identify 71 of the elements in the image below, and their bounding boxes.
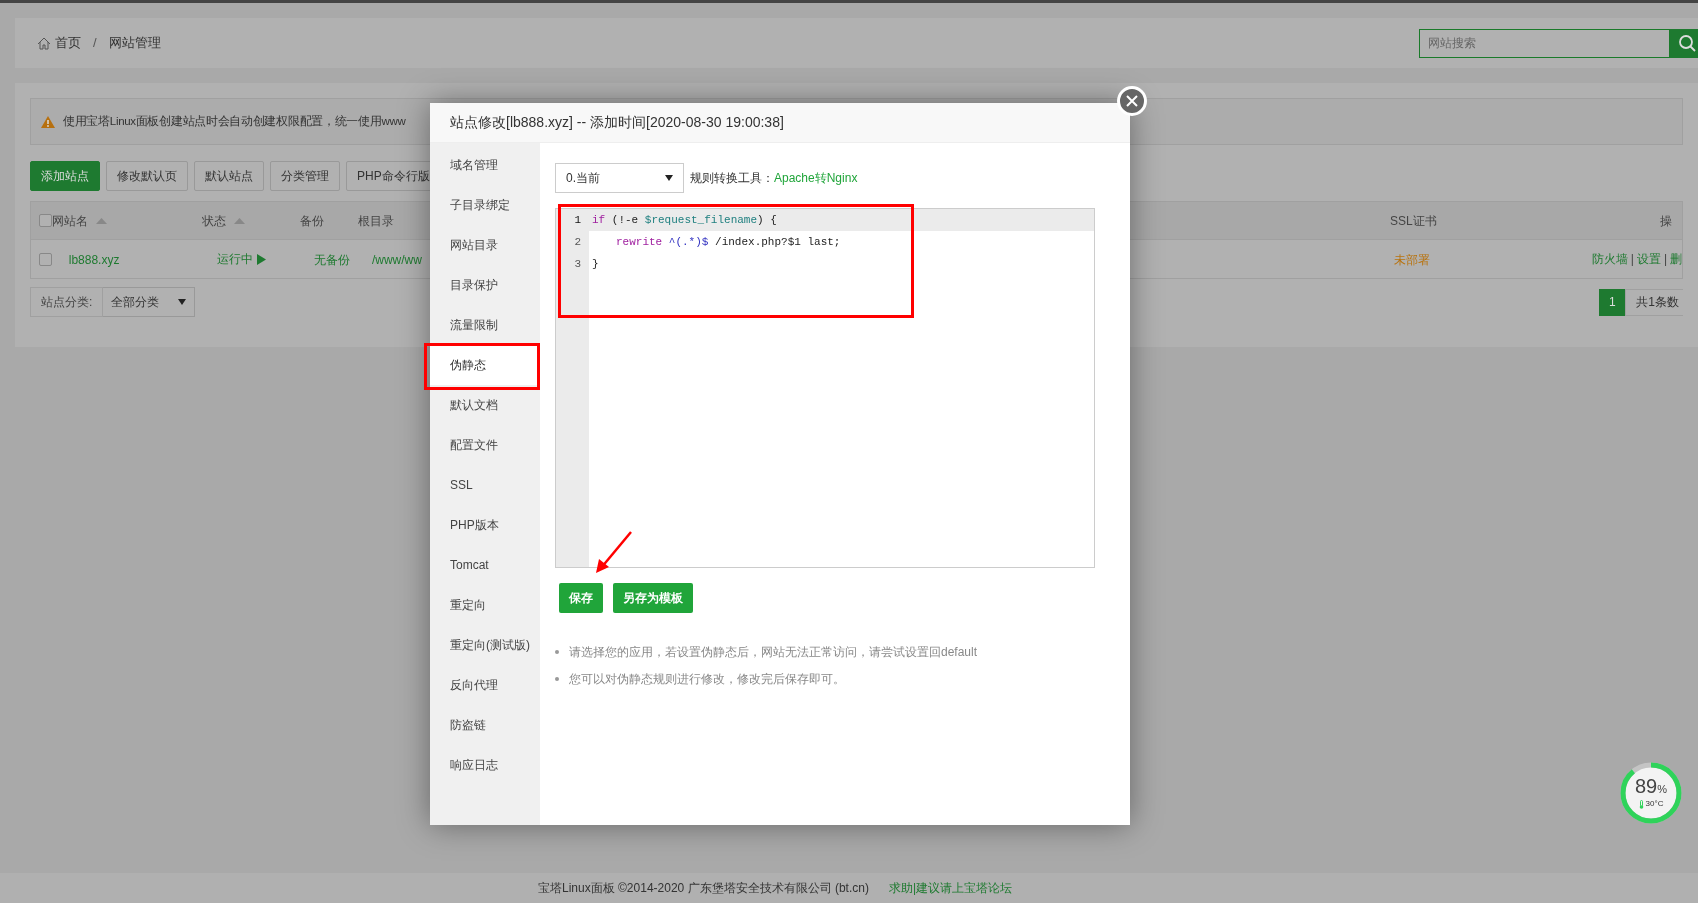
nav-item[interactable]: 伪静态 [430, 345, 540, 385]
line-number: 3 [573, 256, 582, 272]
search-icon [1678, 34, 1696, 52]
gauge-unit: % [1657, 782, 1667, 797]
breadcrumb-link[interactable]: 网站管理 [108, 33, 161, 53]
column-header[interactable]: 备份 [300, 211, 324, 230]
nav-item[interactable]: 响应日志 [430, 745, 540, 785]
line-number: 1 [573, 212, 582, 228]
nav-item[interactable]: 网站目录 [430, 225, 540, 265]
breadcrumb-separator: / [93, 34, 97, 53]
sort-up-icon[interactable] [96, 217, 107, 224]
nav-item[interactable]: 重定向(测试版) [430, 625, 540, 665]
tip-text: 请选择您的应用，若设置伪静态后，网站无法正常访问，请尝试设置回default [569, 644, 978, 661]
nav-item[interactable]: 反向代理 [430, 665, 540, 705]
code-line: if (!-e $request_filename) { [591, 212, 777, 228]
converter-label: 规则转换工具： [690, 170, 774, 187]
bullet-icon [555, 677, 559, 681]
copyright-text: 宝塔Linux面板 ©2014-2020 广东堡塔安全技术有限公司 (bt.cn) [538, 880, 869, 897]
toolbar-button[interactable]: 默认站点 [194, 161, 264, 191]
close-icon [1126, 95, 1138, 107]
caret-icon [665, 175, 673, 181]
checkbox[interactable] [39, 252, 52, 266]
column-header[interactable]: 状态 [202, 211, 226, 230]
version-select[interactable]: 0.当前 [555, 163, 684, 193]
pagination-summary: 共1条数 [1625, 288, 1683, 316]
line-number: 2 [573, 234, 582, 250]
bullet-icon [555, 650, 559, 654]
play-icon[interactable] [257, 253, 267, 265]
checkbox[interactable] [39, 214, 52, 227]
arrow-icon [595, 531, 633, 574]
temperature-text: 30°C [1645, 798, 1664, 811]
nav-item[interactable]: 目录保护 [430, 265, 540, 305]
separator-text: | [1630, 251, 1634, 268]
nav-item[interactable]: 重定向 [430, 585, 540, 625]
column-header[interactable]: 操 [1660, 211, 1672, 230]
toolbar-button[interactable]: 分类管理 [270, 161, 340, 191]
separator-text: | [1663, 251, 1667, 268]
category-select[interactable]: 全部分类 [103, 287, 196, 317]
caret-icon [178, 299, 187, 305]
alert-text: 使用宝塔Linux面板创建站点时会自动创建权限配置，统一使用www [63, 113, 406, 129]
toolbar-button[interactable]: 修改默认页 [106, 161, 188, 191]
nav-item[interactable]: SSL [430, 465, 540, 505]
nav-item[interactable]: Tomcat [430, 545, 540, 585]
thermometer-icon [1638, 799, 1644, 809]
converter-link[interactable]: Apache转Nginx [774, 169, 858, 187]
action-button[interactable]: 另存为模板 [613, 583, 693, 613]
toolbar-button[interactable]: 添加站点 [30, 161, 100, 191]
code-editor[interactable]: 1 if (!-e $request_filename) { 2 rewrite ^(.*)$ /index.php?$1 last; 3 } [555, 208, 1095, 568]
code-line: } [591, 256, 599, 272]
nav-item[interactable]: 默认文档 [430, 385, 540, 425]
dialog-title: 站点修改[lb888.xyz] -- 添加时间[2020-08-30 19:00:38] [450, 113, 784, 132]
warning-icon [41, 115, 55, 128]
home-icon [37, 36, 51, 50]
sort-up-icon[interactable] [234, 217, 245, 224]
nav-item[interactable]: 配置文件 [430, 425, 540, 465]
code-line: rewrite ^(.*)$ /index.php?$1 last; [615, 234, 841, 250]
nav-item[interactable]: 流量限制 [430, 305, 540, 345]
nav-item[interactable]: 防盗链 [430, 705, 540, 745]
column-header[interactable]: 网站名 [52, 211, 88, 230]
nav-item[interactable]: PHP版本 [430, 505, 540, 545]
column-header[interactable]: 根目录 [358, 211, 394, 230]
page-link[interactable]: 1 [1599, 288, 1626, 316]
search-button[interactable] [1670, 28, 1698, 58]
search-field[interactable]: 网站搜索 [1419, 28, 1670, 58]
gauge-ring [1620, 762, 1682, 824]
filter-label: 站点分类: [30, 287, 104, 317]
gauge-value: 89 [1635, 775, 1658, 796]
breadcrumb-link[interactable]: 首页 [55, 33, 81, 53]
column-header[interactable]: SSL证书 [1390, 211, 1437, 230]
tip-text: 您可以对伪静态规则进行修改，修改完后保存即可。 [569, 671, 845, 688]
action-button[interactable]: 保存 [559, 583, 603, 613]
